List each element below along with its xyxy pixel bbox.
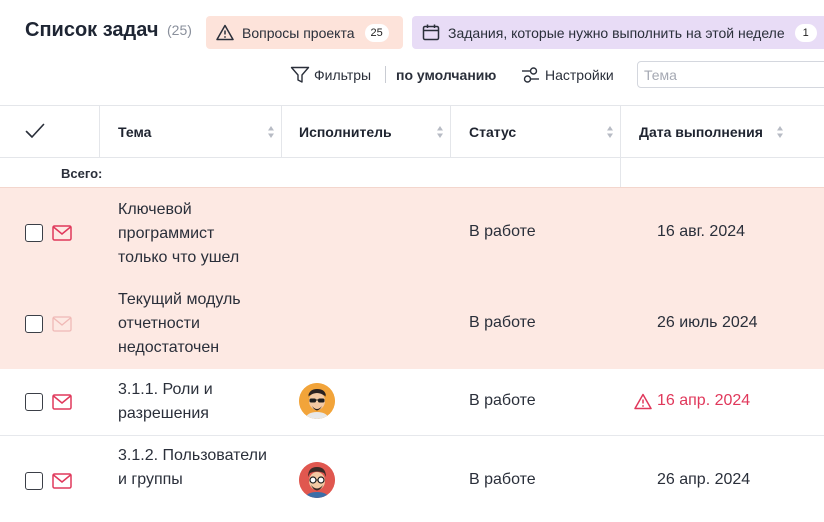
row-status: В работе [469, 223, 536, 240]
table-row[interactable]: Текущий модуль отчетности недостаточен В… [0, 279, 824, 369]
table-row[interactable]: 3.1.2. Пользователи и группы В работе 26… [0, 436, 824, 522]
project-questions-chip[interactable]: Вопросы проекта 25 [206, 16, 403, 49]
mail-icon[interactable] [52, 394, 72, 410]
mail-icon[interactable] [52, 316, 72, 332]
row-checkbox[interactable] [25, 315, 43, 333]
table-row[interactable]: 3.1.1. Роли и разрешения В работе 16 апр… [0, 369, 824, 436]
sort-arrows-icon[interactable] [776, 125, 784, 139]
column-header-label: Дата выполнения [639, 124, 763, 140]
project-questions-count: 25 [364, 23, 389, 42]
row-subject[interactable]: Ключевой программист только что ушел [118, 198, 268, 270]
column-header-subject[interactable]: Тема [118, 106, 281, 158]
column-divider [281, 106, 282, 158]
filters-button[interactable]: Фильтры [290, 65, 371, 85]
row-checkbox[interactable] [25, 224, 43, 242]
row-status: В работе [469, 392, 536, 409]
row-due-date: 26 апр. 2024 [657, 471, 751, 488]
this-week-chip[interactable]: Задания, которые нужно выполнить на этой… [412, 16, 824, 49]
column-header-label: Статус [469, 124, 517, 140]
mail-icon[interactable] [52, 225, 72, 241]
warning-triangle-icon [216, 24, 234, 41]
project-questions-label: Вопросы проекта [242, 24, 355, 41]
toolbar-divider [385, 66, 386, 83]
row-checkbox[interactable] [25, 472, 43, 490]
column-divider [99, 106, 100, 158]
column-header-label: Исполнитель [299, 124, 392, 140]
row-subject[interactable]: 3.1.1. Роли и разрешения [118, 378, 268, 426]
column-divider [620, 106, 621, 188]
filter-preset-selector[interactable]: по умолчанию [396, 65, 496, 85]
table-row[interactable]: Ключевой программист только что ушел В р… [0, 188, 824, 279]
overdue-warning-icon [634, 393, 652, 410]
task-count: (25) [167, 22, 192, 38]
settings-sliders-icon [521, 66, 540, 84]
column-header-assignee[interactable]: Исполнитель [299, 106, 450, 158]
page-title: Список задач [25, 19, 159, 41]
row-due-date: 16 авг. 2024 [657, 223, 746, 240]
search-input[interactable] [637, 61, 824, 88]
this-week-count: 1 [794, 23, 817, 42]
this-week-label: Задания, которые нужно выполнить на этой… [448, 24, 785, 41]
settings-button[interactable]: Настройки [521, 65, 614, 85]
row-subject[interactable]: Текущий модуль отчетности недостаточен [118, 288, 268, 360]
column-header-status[interactable]: Статус [469, 106, 620, 158]
settings-label: Настройки [545, 67, 614, 83]
row-due-date: 26 июль 2024 [657, 314, 758, 331]
column-divider [450, 106, 451, 158]
sort-arrows-icon[interactable] [436, 125, 444, 139]
row-status: В работе [469, 314, 536, 331]
column-header-label: Тема [118, 124, 152, 140]
total-label: Всего: [61, 166, 103, 181]
filters-label: Фильтры [314, 67, 372, 83]
sort-arrows-icon[interactable] [267, 125, 275, 139]
funnel-icon [290, 66, 310, 84]
calendar-icon [422, 24, 440, 41]
assignee-avatar-sunglasses[interactable] [299, 383, 335, 419]
column-header-due-date[interactable]: Дата выполнения [639, 106, 824, 158]
row-status: В работе [469, 471, 536, 488]
row-subject[interactable]: 3.1.2. Пользователи и группы [118, 444, 268, 492]
mail-icon[interactable] [52, 473, 72, 489]
sort-arrows-icon[interactable] [606, 125, 614, 139]
assignee-avatar-glasses[interactable] [299, 462, 335, 498]
select-all-checkmark-icon[interactable] [25, 123, 45, 144]
row-checkbox[interactable] [25, 393, 43, 411]
row-due-date: 16 апр. 2024 [657, 392, 751, 409]
